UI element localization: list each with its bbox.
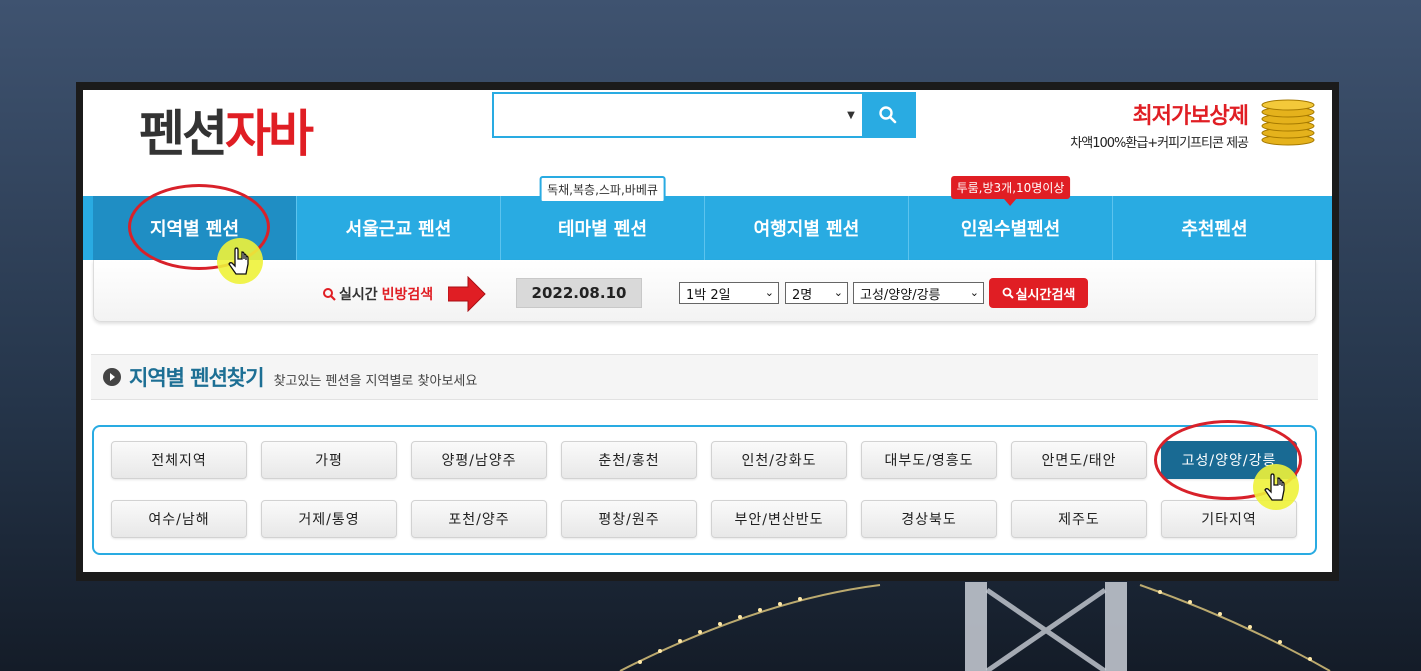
nav-item-seoul-suburbs[interactable]: 서울근교 펜션: [297, 196, 501, 260]
nav-label: 서울근교 펜션: [345, 219, 452, 240]
region-button[interactable]: 부안/변산반도: [711, 500, 847, 538]
logo-text-1: 펜션: [139, 105, 228, 163]
search-dropdown-caret[interactable]: ▼: [840, 94, 862, 136]
region-button[interactable]: 가평: [261, 441, 397, 479]
search-bar: ▼: [492, 92, 916, 138]
stay-select-value: 1박 2일: [686, 287, 731, 303]
search-icon: [879, 106, 897, 124]
section-subtitle: 찾고있는 펜션을 지역별로 찾아보세요: [273, 373, 478, 389]
realtime-label-highlight: 빈방검색: [381, 287, 434, 303]
realtime-search-label: 실시간 빈방검색: [322, 276, 486, 312]
region-button[interactable]: 여수/남해: [111, 500, 247, 538]
arrow-right-icon: [448, 276, 486, 312]
people-select[interactable]: 2명 ⌄: [785, 282, 848, 304]
realtime-search-button-label: 실시간검색: [1015, 287, 1076, 303]
realtime-search-button[interactable]: 실시간검색: [989, 278, 1088, 308]
promo-banner[interactable]: 최저가보상제 차액100%환급+커피기프티콘 제공: [1038, 98, 1249, 151]
search-icon: [323, 288, 336, 301]
nav-label: 테마별 펜션: [557, 219, 648, 240]
page: 펜션자바 ▼ 최저가보상제 차액100%환급+커피기프티콘 제공 지역별 펜션 …: [83, 90, 1332, 572]
people-select-value: 2명: [792, 287, 813, 303]
region-select[interactable]: 고성/양양/강릉 ⌄: [853, 282, 984, 304]
region-button[interactable]: 대부도/영흥도: [861, 441, 997, 479]
region-grid: 전체지역 가평 양평/남양주 춘천/홍천 인천/강화도 대부도/영흥도 안면도/…: [92, 425, 1317, 555]
section-heading: 지역별 펜션찾기 찾고있는 펜션을 지역별로 찾아보세요: [91, 354, 1318, 400]
nav-label: 여행지별 펜션: [753, 219, 860, 240]
site-logo[interactable]: 펜션자바: [139, 94, 314, 166]
group-size-tooltip: 투룸,방3개,10명이상: [950, 176, 1071, 199]
nav-item-group-size[interactable]: 투룸,방3개,10명이상 인원수별펜션: [909, 176, 1113, 260]
main-nav: 지역별 펜션 서울근교 펜션 독채,복층,스파,바베큐 테마별 펜션 여행지별 …: [83, 176, 1332, 260]
region-button[interactable]: 평창/원주: [561, 500, 697, 538]
region-button[interactable]: 양평/남양주: [411, 441, 547, 479]
promo-subtitle: 차액100%환급+커피기프티콘 제공: [1070, 136, 1249, 151]
region-button[interactable]: 인천/강화도: [711, 441, 847, 479]
region-select-value: 고성/양양/강릉: [860, 287, 941, 303]
nav-item-destination[interactable]: 여행지별 펜션: [705, 196, 909, 260]
date-picker[interactable]: 2022.08.10: [516, 278, 642, 308]
section-title: 지역별 펜션찾기: [129, 366, 265, 390]
hand-cursor-icon: [217, 238, 263, 284]
theme-tooltip: 독채,복층,스파,바베큐: [539, 176, 666, 203]
region-button[interactable]: 포천/양주: [411, 500, 547, 538]
nav-label: 인원수별펜션: [960, 219, 1061, 240]
arrow-circle-icon: [103, 368, 121, 386]
search-button[interactable]: [862, 94, 914, 136]
nav-item-recommended[interactable]: 추천펜션: [1113, 196, 1316, 260]
nav-label: 추천펜션: [1181, 219, 1248, 240]
realtime-search-bar: 실시간 빈방검색 2022.08.10 1박 2일 ⌄ 2명 ⌄ 고성/양양/강…: [93, 260, 1316, 322]
coins-icon: [1261, 99, 1315, 146]
chevron-down-icon: ⌄: [764, 286, 774, 299]
chevron-down-icon: ⌄: [833, 286, 843, 299]
stay-select[interactable]: 1박 2일 ⌄: [679, 282, 779, 304]
promo-title: 최저가보상제: [1132, 104, 1249, 129]
region-button[interactable]: 경상북도: [861, 500, 997, 538]
region-button[interactable]: 춘천/홍천: [561, 441, 697, 479]
hand-cursor-icon: [1253, 464, 1299, 510]
logo-text-2: 자바: [225, 105, 314, 163]
region-button[interactable]: 안면도/태안: [1011, 441, 1147, 479]
region-button[interactable]: 전체지역: [111, 441, 247, 479]
search-icon: [1002, 287, 1014, 299]
region-button[interactable]: 제주도: [1011, 500, 1147, 538]
chevron-down-icon: ⌄: [969, 286, 979, 299]
search-input[interactable]: [494, 94, 840, 136]
nav-item-theme[interactable]: 독채,복층,스파,바베큐 테마별 펜션: [501, 176, 705, 260]
realtime-label-prefix: 실시간: [339, 287, 378, 303]
browser-frame: 펜션자바 ▼ 최저가보상제 차액100%환급+커피기프티콘 제공 지역별 펜션 …: [76, 82, 1339, 581]
region-button[interactable]: 거제/통영: [261, 500, 397, 538]
